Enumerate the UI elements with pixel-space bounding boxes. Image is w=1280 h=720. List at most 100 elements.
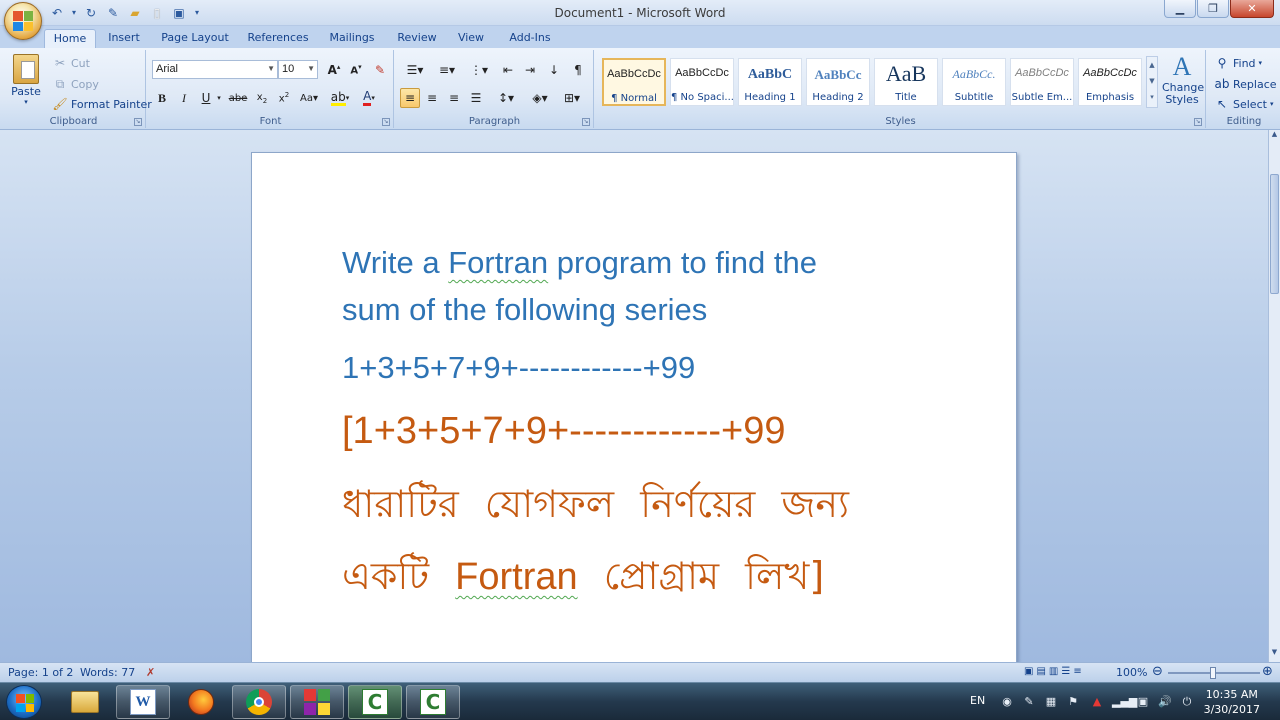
zoom-level[interactable]: 100% <box>1116 666 1147 679</box>
close-button[interactable]: ✕ <box>1230 0 1274 18</box>
tab-references[interactable]: References <box>246 29 310 48</box>
style-title[interactable]: AaB Title <box>874 58 938 106</box>
tab-view[interactable]: View <box>452 29 490 48</box>
proofing-error-icon[interactable]: ✗ <box>146 666 155 679</box>
borders-button[interactable]: ⊞▾ <box>558 88 586 108</box>
find-button[interactable]: ⚲ Find ▾ <box>1214 55 1262 71</box>
styles-gallery-scroll[interactable]: ▲ ▼ ▾ <box>1146 56 1158 108</box>
tab-review[interactable]: Review <box>394 29 440 48</box>
cut-button[interactable]: ✂ Cut <box>52 55 90 71</box>
office-button[interactable] <box>4 2 42 40</box>
decrease-indent-button[interactable]: ⇤ <box>498 60 518 80</box>
font-color-button[interactable]: A ▾ <box>356 88 382 108</box>
tray-app-icon[interactable]: ◉ <box>1000 695 1014 709</box>
grow-font-button[interactable]: A▴ <box>324 60 344 80</box>
action-center-flag-icon[interactable]: ⚑ <box>1066 695 1080 709</box>
underline-button[interactable]: U <box>196 88 216 108</box>
taskbar-explorer[interactable] <box>58 685 112 719</box>
document-page[interactable]: Write a Fortran program to find the sum … <box>251 152 1017 662</box>
font-launcher-icon[interactable]: ↘ <box>382 118 390 126</box>
subscript-button[interactable]: x2 <box>252 88 272 108</box>
copy-button[interactable]: ⧉ Copy <box>52 76 99 92</box>
vertical-scrollbar[interactable]: ▲ ▼ <box>1268 130 1280 662</box>
format-painter-button[interactable]: 🖌 Format Painter <box>52 96 151 112</box>
tab-page-layout[interactable]: Page Layout <box>160 29 230 48</box>
scroll-up-icon[interactable]: ▲ <box>1269 130 1280 142</box>
sort-button[interactable]: ↓ <box>544 60 564 80</box>
style-emphasis[interactable]: AaBbCcDc Emphasis <box>1078 58 1142 106</box>
show-formatting-button[interactable]: ¶ <box>568 60 588 80</box>
clipboard-launcher-icon[interactable]: ↘ <box>134 118 142 126</box>
select-button[interactable]: ↖ Select ▾ <box>1214 96 1273 112</box>
superscript-button[interactable]: x2 <box>274 88 294 108</box>
zoom-out-icon[interactable]: ⊖ <box>1152 664 1163 679</box>
style-normal[interactable]: AaBbCcDc ¶ Normal <box>602 58 666 106</box>
scroll-down-icon[interactable]: ▼ <box>1269 648 1280 660</box>
scroll-down-icon[interactable]: ▼ <box>1147 73 1157 89</box>
style-no-spacing[interactable]: AaBbCcDc ¶ No Spaci... <box>670 58 734 106</box>
taskbar-word[interactable]: W <box>116 685 170 719</box>
style-subtle-emphasis[interactable]: AaBbCcDc Subtle Em... <box>1010 58 1074 106</box>
highlight-button[interactable]: ab ▾ <box>328 88 352 108</box>
more-icon[interactable]: ▾ <box>1147 89 1157 105</box>
taskbar-camtasia[interactable]: C <box>406 685 460 719</box>
align-center-button[interactable]: ≡ <box>422 88 442 108</box>
align-left-button[interactable]: ≡ <box>400 88 420 108</box>
underline-dropdown[interactable]: ▾ <box>214 88 224 108</box>
language-indicator[interactable]: EN <box>970 694 985 707</box>
italic-button[interactable]: I <box>174 88 194 108</box>
scrollbar-thumb[interactable] <box>1270 174 1279 294</box>
align-right-button[interactable]: ≡ <box>444 88 464 108</box>
adobe-icon[interactable]: ▲ <box>1090 695 1104 709</box>
minimize-button[interactable]: ▁ <box>1164 0 1196 18</box>
taskbar-camtasia-active[interactable]: C <box>348 685 402 719</box>
web-layout-icon[interactable]: ▥ <box>1049 666 1061 677</box>
signal-strength-icon[interactable]: ▂▄▆ <box>1112 695 1137 709</box>
replace-button[interactable]: ab Replace <box>1214 76 1277 92</box>
taskbar-firefox[interactable] <box>174 685 228 719</box>
multilevel-list-button[interactable]: ⋮▾ <box>464 60 494 80</box>
shrink-font-button[interactable]: A▾ <box>346 60 366 80</box>
tray-grid-icon[interactable]: ▦ <box>1044 695 1058 709</box>
power-icon[interactable]: ⏻ <box>1180 695 1194 709</box>
paste-button[interactable]: Paste ▾ <box>8 54 44 106</box>
bullets-button[interactable]: ☰▾ <box>400 60 430 80</box>
styles-launcher-icon[interactable]: ↘ <box>1194 118 1202 126</box>
taskbar-app-grid[interactable] <box>290 685 344 719</box>
style-subtitle[interactable]: AaBbCc. Subtitle <box>942 58 1006 106</box>
clear-formatting-button[interactable]: ✎ <box>370 60 390 80</box>
clock[interactable]: 10:35 AM 3/30/2017 <box>1204 687 1260 717</box>
volume-icon[interactable]: 🔊 <box>1158 695 1172 709</box>
tab-home[interactable]: Home <box>44 29 96 48</box>
view-buttons[interactable]: ▣▤▥☰≡ <box>1024 666 1085 677</box>
scroll-up-icon[interactable]: ▲ <box>1147 57 1157 73</box>
change-case-button[interactable]: Aa▾ <box>296 88 322 108</box>
restore-button[interactable]: ❐ <box>1197 0 1229 18</box>
justify-button[interactable]: ☰ <box>466 88 486 108</box>
bold-button[interactable]: B <box>152 88 172 108</box>
font-name-combo[interactable]: Arial ▼ <box>152 60 278 79</box>
zoom-slider-knob[interactable] <box>1210 667 1216 679</box>
pen-icon[interactable]: ✎ <box>1022 695 1036 709</box>
print-layout-icon[interactable]: ▣ <box>1024 666 1036 677</box>
network-icon[interactable]: ▣ <box>1136 695 1150 709</box>
style-heading-1[interactable]: AaBbC Heading 1 <box>738 58 802 106</box>
draft-icon[interactable]: ≡ <box>1073 666 1084 677</box>
word-count[interactable]: Words: 77 <box>80 666 135 679</box>
style-heading-2[interactable]: AaBbCc Heading 2 <box>806 58 870 106</box>
strikethrough-button[interactable]: abe <box>228 88 248 108</box>
increase-indent-button[interactable]: ⇥ <box>520 60 540 80</box>
zoom-in-icon[interactable]: ⊕ <box>1262 664 1273 679</box>
font-size-combo[interactable]: 10 ▼ <box>278 60 318 79</box>
numbering-button[interactable]: ≡▾ <box>432 60 462 80</box>
taskbar-chrome[interactable] <box>232 685 286 719</box>
start-button[interactable] <box>6 685 42 719</box>
change-styles-button[interactable]: A Change Styles <box>1160 52 1204 106</box>
tab-add-ins[interactable]: Add-Ins <box>504 29 556 48</box>
shading-button[interactable]: ◈▾ <box>526 88 554 108</box>
outline-icon[interactable]: ☰ <box>1061 666 1073 677</box>
paragraph-launcher-icon[interactable]: ↘ <box>582 118 590 126</box>
tab-insert[interactable]: Insert <box>104 29 144 48</box>
full-screen-icon[interactable]: ▤ <box>1036 666 1048 677</box>
line-spacing-button[interactable]: ↕▾ <box>492 88 520 108</box>
